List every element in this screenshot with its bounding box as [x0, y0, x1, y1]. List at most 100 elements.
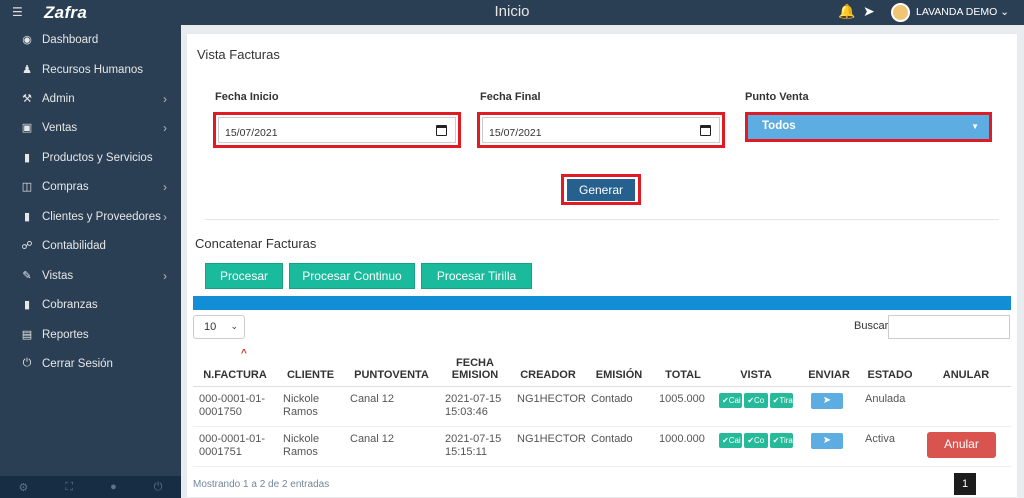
sidebar-item-label: Admin — [42, 92, 75, 105]
vista-tirilla-button[interactable]: ✔Tira — [769, 432, 793, 448]
sidebar-item-recursos-humanos[interactable]: ♟ Recursos Humanos — [0, 55, 181, 84]
sidebar: ◉ Dashboard ♟ Recursos Humanos ⚒ Admin ›… — [0, 25, 181, 498]
sidebar-item-reportes[interactable]: ▤ Reportes — [0, 320, 181, 349]
vista-buttons: ✔Cai ✔Co ✔Tira — [719, 432, 793, 448]
punto-venta-value: Todos — [762, 120, 796, 132]
sidebar-item-dashboard[interactable]: ◉ Dashboard — [0, 25, 181, 54]
cell-anular: Anular — [921, 426, 1011, 467]
col-vista[interactable]: VISTA — [713, 346, 799, 387]
sidebar-item-ventas[interactable]: ▣ Ventas › — [0, 113, 181, 142]
power-icon[interactable]: ⏻ — [154, 481, 163, 494]
user-icon: ♟ — [22, 64, 32, 76]
vista-tirilla-button[interactable]: ✔Tira — [769, 392, 793, 408]
procesar-button[interactable]: Procesar — [205, 263, 283, 289]
fecha-final-label: Fecha Final — [480, 91, 541, 103]
cell-anular — [921, 386, 1011, 427]
vista-continuo-button[interactable]: ✔Co — [744, 432, 768, 448]
col-anular[interactable]: ANULAR — [921, 346, 1011, 387]
cell-emision: Contado — [585, 386, 653, 427]
enviar-button[interactable]: ➤ — [811, 432, 843, 449]
caret-down-icon: ▼ — [971, 122, 979, 131]
col-fecha[interactable]: FECHA EMISION — [439, 346, 511, 387]
cell-fecha: 2021-07-15 15:03:46 — [439, 386, 511, 427]
generar-button[interactable]: Generar — [567, 179, 635, 201]
vista-carta-button[interactable]: ✔Cai — [719, 432, 743, 448]
cell-estado: Anulada — [859, 386, 921, 427]
enviar-button[interactable]: ➤ — [811, 392, 843, 409]
avatar[interactable] — [891, 3, 910, 22]
lock-icon[interactable]: ● — [110, 481, 117, 493]
sidebar-item-cerrar-sesion[interactable]: ⏻ Cerrar Sesión — [0, 349, 181, 378]
bell-icon[interactable]: 🔔 — [838, 3, 855, 20]
book-icon: ▮ — [23, 152, 31, 164]
sidebar-item-compras[interactable]: ◫ Compras › — [0, 172, 181, 201]
col-creador[interactable]: CREADOR — [511, 346, 585, 387]
top-navbar: ☰ Zafra Inicio 🔔 ➤ LAVANDA DEMO ⌄ — [0, 0, 1024, 25]
date-input-frame: 15/07/2021 — [218, 117, 456, 143]
pagination-page-1[interactable]: 1 — [954, 473, 976, 495]
money-icon: ▣ — [21, 122, 33, 134]
sidebar-item-label: Clientes y Proveedores — [42, 210, 161, 223]
app-logo[interactable]: Zafra — [44, 3, 87, 23]
col-emision[interactable]: EMISIÓN — [585, 346, 653, 387]
sidebar-item-label: Vistas — [42, 269, 74, 282]
procesar-continuo-button[interactable]: Procesar Continuo — [289, 263, 415, 289]
col-cliente[interactable]: CLIENTE — [277, 346, 344, 387]
page-length-select[interactable]: 10 ⌄ — [193, 315, 245, 339]
col-total[interactable]: TOTAL — [653, 346, 713, 387]
calendar-icon[interactable] — [436, 125, 447, 136]
user-menu[interactable]: LAVANDA DEMO ⌄ — [916, 6, 1009, 18]
col-enviar[interactable]: ENVIAR — [799, 346, 859, 387]
wrench-icon: ⚒ — [22, 93, 32, 105]
paper-plane-icon[interactable]: ➤ — [863, 3, 875, 20]
fullscreen-icon[interactable]: ⛶ — [65, 481, 73, 494]
table-row: 000-0001-01-0001750 Nickole Ramos Canal … — [193, 386, 1011, 427]
procesar-tirilla-button[interactable]: Procesar Tirilla — [421, 263, 532, 289]
gear-icon[interactable]: ⚙ — [19, 481, 29, 494]
book-icon: ▮ — [23, 211, 31, 223]
table-info: Mostrando 1 a 2 de 2 entradas — [193, 479, 330, 490]
concatenar-title: Concatenar Facturas — [195, 236, 317, 251]
sidebar-item-label: Productos y Servicios — [42, 151, 153, 164]
cell-creador: NG1HECTOR — [511, 426, 586, 467]
cell-factura: 000-0001-01-0001750 — [193, 386, 277, 427]
cell-factura: 000-0001-01-0001751 — [193, 426, 277, 467]
paper-plane-icon: ➤ — [822, 395, 832, 406]
anular-button[interactable]: Anular — [927, 431, 996, 458]
fecha-inicio-input[interactable]: 15/07/2021 — [213, 112, 461, 148]
cell-puntoventa: Canal 12 — [344, 386, 439, 427]
sidebar-item-label: Dashboard — [42, 33, 99, 46]
sidebar-item-admin[interactable]: ⚒ Admin › — [0, 84, 181, 113]
punto-venta-label: Punto Venta — [745, 91, 809, 103]
vista-continuo-button[interactable]: ✔Co — [744, 392, 768, 408]
sidebar-item-vistas[interactable]: ✎ Vistas › — [0, 261, 181, 290]
sidebar-item-clientes[interactable]: ▮ Clientes y Proveedores › — [0, 202, 181, 231]
punto-venta-select[interactable]: Todos ▼ — [745, 112, 992, 142]
chevron-right-icon: › — [163, 209, 167, 224]
sidebar-item-label: Recursos Humanos — [42, 63, 143, 76]
fecha-final-input[interactable]: 15/07/2021 — [477, 112, 725, 148]
menu-toggle-icon[interactable]: ☰ — [12, 5, 23, 19]
sidebar-item-label: Cobranzas — [42, 298, 98, 311]
sidebar-item-cobranzas[interactable]: ▮ Cobranzas — [0, 290, 181, 319]
panel-title: Vista Facturas — [197, 47, 280, 62]
dashboard-icon: ◉ — [22, 34, 32, 46]
cell-creador: NG1HECTOR — [511, 386, 586, 427]
sidebar-item-productos[interactable]: ▮ Productos y Servicios — [0, 143, 181, 172]
sidebar-item-label: Reportes — [42, 328, 89, 341]
table-header-row: N.FACTURA CLIENTE PUNTOVENTA FECHA EMISI… — [193, 346, 1011, 387]
sidebar-item-label: Ventas — [42, 121, 78, 134]
col-estado[interactable]: ESTADO — [859, 346, 921, 387]
cell-emision: Contado — [585, 426, 653, 467]
chevron-down-icon: ⌄ — [230, 321, 238, 331]
sidebar-item-contabilidad[interactable]: ☍ Contabilidad — [0, 231, 181, 260]
chevron-right-icon: › — [163, 120, 167, 135]
search-input[interactable] — [888, 315, 1010, 339]
calendar-icon[interactable] — [700, 125, 711, 136]
col-factura[interactable]: N.FACTURA — [193, 346, 277, 387]
vista-carta-button[interactable]: ✔Cai — [719, 392, 743, 408]
cell-enviar: ➤ — [799, 386, 859, 427]
date-input-frame: 15/07/2021 — [482, 117, 720, 143]
col-puntoventa[interactable]: PUNTOVENTA — [344, 346, 439, 387]
vista-buttons: ✔Cai ✔Co ✔Tira — [719, 392, 793, 408]
